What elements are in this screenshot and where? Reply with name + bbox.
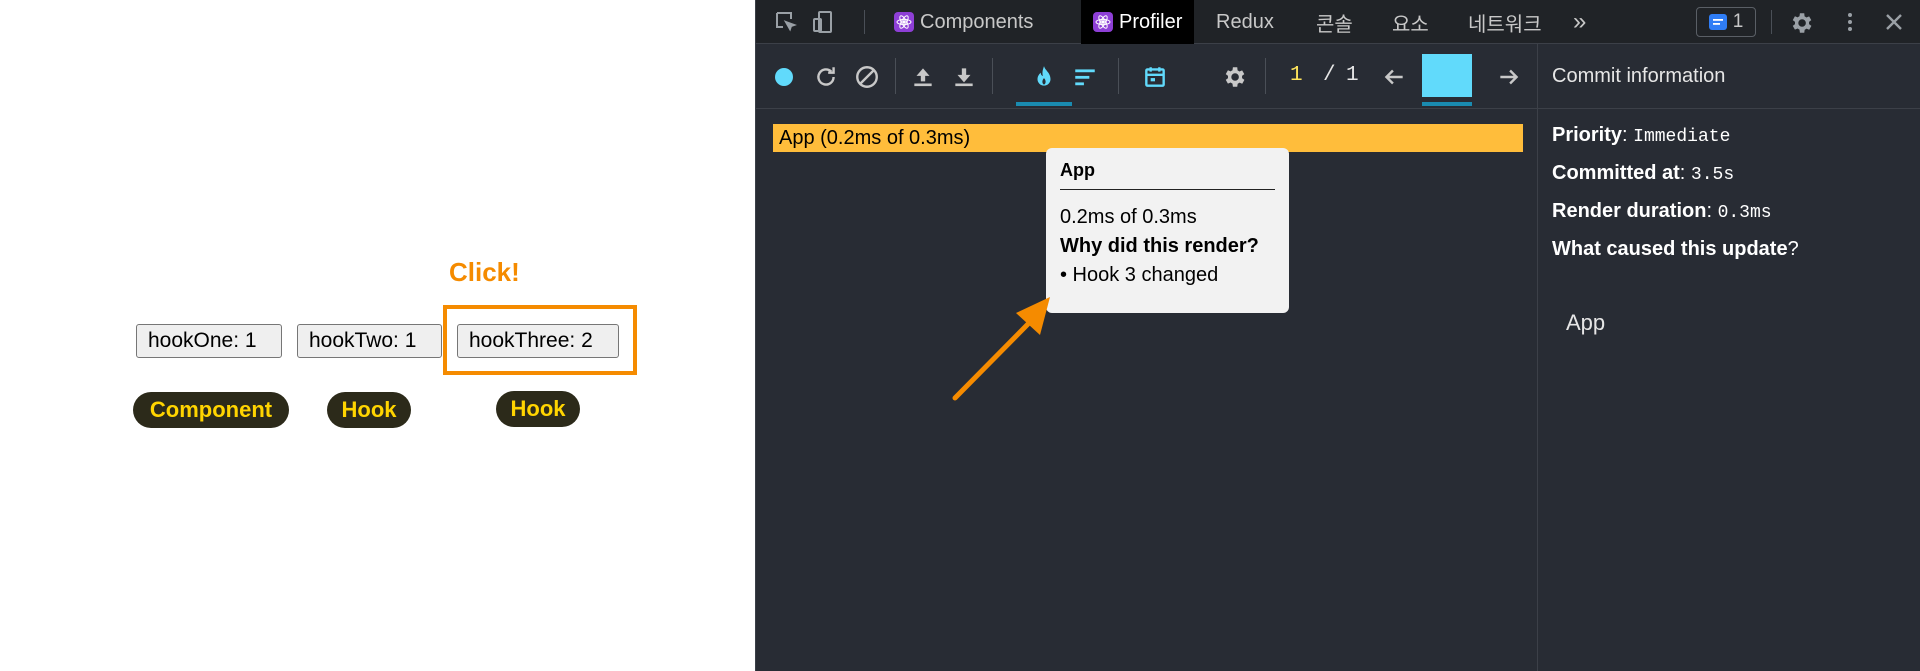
- more-vert-icon[interactable]: [1838, 10, 1862, 34]
- tab-divider: [864, 10, 865, 34]
- gear-icon[interactable]: [1221, 64, 1247, 90]
- tab-profiler[interactable]: Profiler: [1081, 0, 1195, 44]
- commit-info-panel: Commit information Priority: Immediate C…: [1537, 44, 1920, 671]
- more-tabs-button[interactable]: »: [1573, 0, 1586, 44]
- hook-two-button[interactable]: hookTwo: 1: [297, 324, 442, 358]
- devtools-panel: Components Profiler Redux 콘솔 요소 네트워크 » 1: [755, 0, 1920, 671]
- click-annotation: Click!: [449, 257, 520, 287]
- flame-tab-indicator: [1016, 102, 1072, 106]
- caused-update-row: What caused this update?: [1552, 238, 1799, 260]
- hook-three-button[interactable]: hookThree: 2: [457, 324, 619, 358]
- tooltip-reason: • Hook 3 changed: [1060, 264, 1219, 286]
- priority-row: Priority: Immediate: [1552, 124, 1731, 147]
- toolbar-separator: [1265, 58, 1266, 94]
- profiler-toolbar: 1 / 1: [756, 44, 1537, 109]
- tab-divider: [1771, 10, 1772, 34]
- upload-icon[interactable]: [910, 64, 936, 90]
- settings-icon[interactable]: [1788, 10, 1812, 34]
- clear-icon[interactable]: [854, 64, 880, 90]
- device-icon[interactable]: [811, 10, 835, 34]
- reload-icon[interactable]: [813, 64, 839, 90]
- app-page: Click! hookOne: 1 hookTwo: 1 hookThree: …: [0, 0, 755, 671]
- tab-components-label: Components: [920, 10, 1034, 33]
- hook-pill-2: Hook: [496, 391, 580, 427]
- download-icon[interactable]: [951, 64, 977, 90]
- commit-bar[interactable]: [1422, 54, 1472, 97]
- tab-components[interactable]: Components: [894, 0, 1033, 44]
- hook-pill-1: Hook: [327, 392, 411, 428]
- issues-count: 1: [1732, 11, 1744, 32]
- react-icon: [1093, 12, 1113, 32]
- render-duration-row: Render duration: 0.3ms: [1552, 200, 1772, 223]
- record-icon[interactable]: [771, 64, 797, 90]
- component-pill: Component: [133, 392, 289, 428]
- arrow-left-icon[interactable]: [1381, 64, 1407, 90]
- flame-icon[interactable]: [1031, 64, 1057, 90]
- committed-label: Committed at: [1552, 162, 1680, 184]
- caused-update-value[interactable]: App: [1566, 310, 1605, 336]
- timeline-icon[interactable]: [1142, 64, 1168, 90]
- tab-redux[interactable]: Redux: [1216, 0, 1274, 44]
- toolbar-separator: [992, 58, 993, 94]
- tooltip-duration: 0.2ms of 0.3ms: [1060, 206, 1197, 228]
- inspect-icon[interactable]: [774, 10, 798, 34]
- issues-badge[interactable]: 1: [1696, 7, 1756, 37]
- commit-current: 1: [1290, 64, 1303, 87]
- caused-update-label: What caused this update: [1552, 238, 1788, 260]
- priority-label: Priority: [1552, 124, 1623, 146]
- render-duration-label: Render duration: [1552, 200, 1707, 222]
- commit-info-header: Commit information: [1538, 44, 1920, 109]
- commit-bar-indicator: [1422, 102, 1472, 106]
- toolbar-separator: [895, 58, 896, 94]
- tab-elements[interactable]: 요소: [1392, 0, 1429, 44]
- tab-console[interactable]: 콘솔: [1316, 0, 1353, 44]
- ranked-icon[interactable]: [1072, 64, 1098, 90]
- committed-value: 3.5s: [1690, 165, 1735, 185]
- priority-value: Immediate: [1633, 127, 1731, 147]
- tab-profiler-label: Profiler: [1119, 10, 1183, 33]
- react-icon: [894, 12, 914, 32]
- tooltip-why-label: Why did this render?: [1060, 235, 1259, 257]
- hook-one-button[interactable]: hookOne: 1: [136, 324, 282, 358]
- devtools-tabbar: Components Profiler Redux 콘솔 요소 네트워크 » 1: [756, 0, 1920, 44]
- chat-icon: [1708, 14, 1727, 30]
- tab-network[interactable]: 네트워크: [1468, 0, 1542, 44]
- tooltip-title: App: [1060, 160, 1275, 190]
- committed-row: Committed at: 3.5s: [1552, 162, 1735, 185]
- commit-total: 1: [1346, 64, 1359, 87]
- toolbar-separator: [1118, 58, 1119, 94]
- render-duration-value: 0.3ms: [1717, 203, 1772, 223]
- arrow-right-icon[interactable]: [1496, 64, 1522, 90]
- render-tooltip: App 0.2ms of 0.3ms Why did this render? …: [1046, 148, 1289, 313]
- close-icon[interactable]: [1882, 10, 1906, 34]
- commit-separator: /: [1323, 64, 1336, 87]
